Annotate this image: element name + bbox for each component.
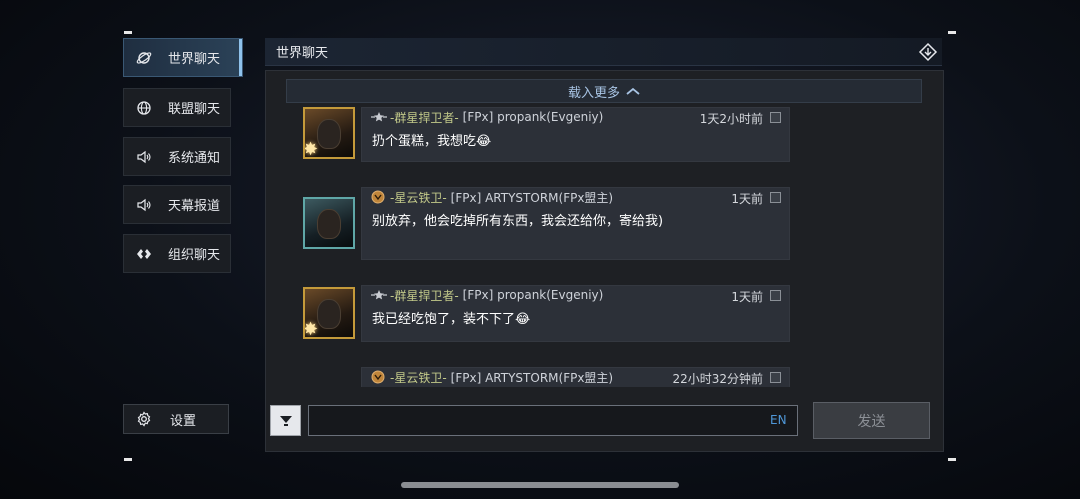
message-timestamp: 22小时32分钟前	[672, 372, 763, 386]
avatar-portrait	[317, 299, 341, 329]
send-button[interactable]: 发送	[813, 402, 930, 439]
player-title: -群星捍卫者-	[390, 288, 459, 303]
sparkle-icon: ✸	[303, 139, 319, 159]
message-timestamp: 1天2小时前	[699, 112, 763, 126]
speaker-icon	[136, 149, 152, 165]
language-toggle[interactable]: EN	[770, 413, 787, 427]
sidebar-item-label: 世界聊天	[168, 52, 221, 67]
sidebar-item-label: 系统通知	[168, 151, 221, 166]
avatar[interactable]	[303, 197, 355, 249]
globe-icon	[136, 100, 152, 116]
load-more-button[interactable]: 载入更多	[286, 79, 922, 103]
channel-header: 世界聊天	[265, 38, 942, 66]
message-bubble: -星云铁卫- [FPx] ARTYSTORM(FPx盟主) 22小时32分钟前	[361, 367, 790, 387]
gear-icon	[136, 411, 152, 427]
avatar-portrait	[317, 119, 341, 149]
avatar[interactable]: ✸	[303, 287, 355, 339]
shield-emblem-icon	[370, 190, 388, 204]
winged-star-icon	[370, 288, 388, 302]
planet-icon	[136, 50, 152, 66]
message-timestamp: 1天前	[731, 192, 763, 206]
player-name[interactable]: [FPx] ARTYSTORM(FPx盟主)	[451, 369, 613, 386]
sparkle-icon: ✸	[303, 319, 319, 339]
player-title: -群星捍卫者-	[390, 110, 459, 125]
copy-icon[interactable]	[770, 192, 781, 203]
sidebar-item-label: 组织聊天	[168, 248, 221, 263]
frame-corner	[948, 458, 956, 461]
message-bubble: -群星捍卫者- [FPx] propank(Evgeniy) 1天前 我已经吃饱…	[361, 285, 790, 342]
player-name[interactable]: [FPx] propank(Evgeniy)	[463, 288, 604, 302]
sidebar-item-label: 天幕报道	[168, 199, 221, 214]
home-indicator[interactable]	[401, 482, 679, 488]
load-more-label: 载入更多	[567, 85, 620, 101]
message-text: 扔个蛋糕，我想吃😂	[372, 134, 492, 149]
player-title: -星云铁卫-	[390, 370, 447, 385]
winged-star-icon	[370, 110, 388, 124]
message-timestamp: 1天前	[731, 290, 763, 304]
sidebar-item-alliance-chat[interactable]: 联盟聊天	[123, 88, 231, 127]
settings-label: 设置	[170, 413, 197, 429]
chat-input[interactable]	[308, 405, 798, 436]
triangle-down-icon	[279, 415, 292, 426]
player-name[interactable]: [FPx] propank(Evgeniy)	[463, 110, 604, 124]
copy-icon[interactable]	[770, 290, 781, 301]
collapse-panel-button[interactable]	[918, 42, 938, 62]
settings-button[interactable]: 设置	[123, 404, 229, 434]
player-title: -星云铁卫-	[390, 190, 447, 205]
message-list[interactable]: ✸ -群星捍卫者- [FPx] propank(Evgeniy) 1天2小时前 …	[266, 107, 945, 387]
frame-corner	[948, 31, 956, 34]
message-text: 别放弃，他会吃掉所有东西，我会还给你，寄给我)	[372, 214, 664, 229]
page-title: 世界聊天	[276, 46, 329, 61]
diamond-arrow-icon	[918, 42, 938, 62]
sidebar-item-org-chat[interactable]: 组织聊天	[123, 234, 231, 273]
message-text: 我已经吃饱了，装不下了😂	[372, 312, 531, 327]
sidebar-item-world-chat[interactable]: 世界聊天	[123, 38, 243, 77]
diamond-link-icon	[136, 246, 152, 262]
message-bubble: -星云铁卫- [FPx] ARTYSTORM(FPx盟主) 1天前 别放弃，他会…	[361, 187, 790, 260]
send-label: 发送	[857, 413, 886, 430]
sidebar-item-sky-report[interactable]: 天幕报道	[123, 185, 231, 224]
frame-corner	[124, 31, 132, 34]
copy-icon[interactable]	[770, 372, 781, 383]
avatar[interactable]: ✸	[303, 107, 355, 159]
sidebar-item-system-notice[interactable]: 系统通知	[123, 137, 231, 176]
message-bubble: -群星捍卫者- [FPx] propank(Evgeniy) 1天2小时前 扔个…	[361, 107, 790, 162]
frame-corner	[124, 458, 132, 461]
sidebar-item-label: 联盟聊天	[168, 102, 221, 117]
emoji-toggle-button[interactable]	[270, 405, 301, 436]
player-name[interactable]: [FPx] ARTYSTORM(FPx盟主)	[451, 189, 613, 206]
chat-panel: 载入更多 ✸ -群星捍卫者- [FPx] propank(Evgeniy) 1天…	[265, 70, 944, 452]
copy-icon[interactable]	[770, 112, 781, 123]
shield-emblem-icon	[370, 370, 388, 384]
chevron-up-icon	[626, 87, 640, 95]
speaker-icon	[136, 197, 152, 213]
avatar-portrait	[317, 209, 341, 239]
